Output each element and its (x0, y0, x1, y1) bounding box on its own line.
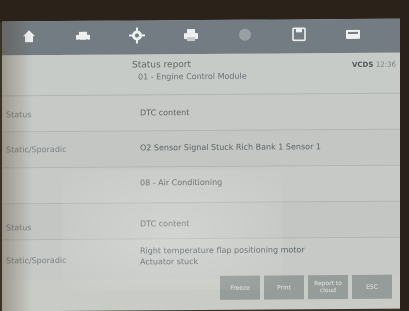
esc-button[interactable]: ESC (352, 274, 392, 299)
save-button[interactable] (272, 19, 326, 53)
vehicle-button[interactable] (56, 21, 110, 55)
row-value: DTC content (140, 219, 190, 229)
brand-name: VCDS (351, 60, 374, 69)
help-icon (237, 27, 253, 47)
row-value: DTC content (140, 108, 190, 118)
toolbar (2, 18, 402, 56)
table-row: Status DTC content (2, 92, 402, 132)
row-label: Status (6, 110, 32, 120)
print-icon (183, 27, 199, 47)
car-icon (75, 28, 91, 48)
print-report-button[interactable]: Print (264, 275, 304, 300)
table-row: Static/Sporadic O2 Sensor Signal Stuck R… (2, 128, 402, 168)
report-header: Status report 01 - Engine Control Module… (2, 52, 402, 96)
table-row: Static/Sporadic Right temperature flap p… (2, 236, 402, 281)
print-button[interactable] (164, 20, 218, 54)
screen-icon (345, 26, 361, 46)
report-rows: Status DTC content Static/Sporadic O2 Se… (2, 92, 402, 281)
row-label: Static/Sporadic (6, 144, 67, 155)
settings-button[interactable] (110, 20, 164, 54)
report-to-cloud-button[interactable]: Report to cloud (308, 274, 348, 300)
row-value: O2 Sensor Signal Stuck Rich Bank 1 Senso… (140, 142, 321, 153)
home-icon (21, 28, 37, 48)
row-value: 08 - Air Conditioning (140, 177, 223, 188)
freeze-button[interactable]: Freeze (220, 275, 260, 300)
row-value: Right temperature flap positioning motor… (140, 245, 305, 267)
save-icon (291, 26, 307, 46)
table-row: 08 - Air Conditioning (2, 164, 402, 204)
diagnostic-screen: Status report 01 - Engine Control Module… (2, 18, 402, 311)
screen-button[interactable] (326, 19, 380, 53)
table-row: Status DTC content (2, 200, 402, 240)
brand-time: 12:36 (375, 60, 396, 69)
brand-label: VCDS 12:36 (352, 61, 396, 69)
page-title: Status report (132, 60, 192, 71)
help-button[interactable] (218, 20, 272, 54)
footer-buttons: Freeze Print Report to cloud ESC (220, 274, 392, 300)
module-subtitle: 01 - Engine Control Module (138, 71, 247, 82)
row-label: Static/Sporadic (6, 255, 67, 266)
home-button[interactable] (2, 21, 56, 55)
device-bezel-right (400, 0, 409, 311)
gear-icon (129, 27, 145, 47)
row-label: Status (6, 223, 32, 233)
